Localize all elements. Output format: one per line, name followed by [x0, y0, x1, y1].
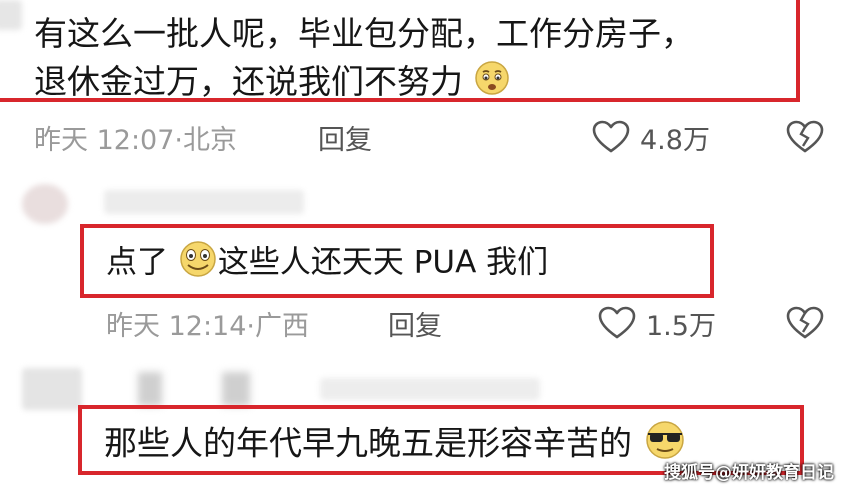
- comment-meta: 昨天 12:07·北京: [34, 118, 237, 157]
- comment-meta: 昨天 12:14·广西: [106, 304, 309, 343]
- broken-heart-icon[interactable]: [786, 120, 824, 154]
- meta-separator: ·: [174, 125, 183, 156]
- comment-text-line1: 有这么一批人呢，毕业包分配，工作分房子，: [34, 14, 694, 53]
- heart-icon[interactable]: [598, 306, 636, 340]
- reply-button[interactable]: 回复: [388, 304, 442, 343]
- like-count: 4.8万: [640, 125, 710, 156]
- comment-text: 那些人的年代早九晚五是形容辛苦的: [104, 420, 687, 470]
- comment-location: 北京: [183, 125, 237, 156]
- like-count: 1.5万: [646, 311, 716, 342]
- comment-text-content: 那些人的年代早九晚五是形容辛苦的: [104, 423, 632, 463]
- username-blurred: [138, 372, 162, 406]
- comment-text: 点了 这些人还天天 PUA 我们: [106, 240, 548, 288]
- broken-heart-icon[interactable]: [786, 306, 824, 340]
- meta-separator: ·: [246, 311, 255, 342]
- comment-time: 昨天 12:07: [34, 125, 175, 156]
- username-blurred: [222, 372, 250, 406]
- avatar[interactable]: [22, 184, 68, 224]
- comment-location: 广西: [255, 311, 309, 342]
- comment-text-line2: 退休金过万，还说我们不努力: [34, 60, 510, 107]
- watermark: 搜狐号@妍妍教育日记: [664, 463, 834, 483]
- comment-text-line2-text: 退休金过万，还说我们不努力: [34, 62, 463, 101]
- username-blurred: [104, 190, 304, 214]
- reply-button[interactable]: 回复: [318, 118, 372, 157]
- worried-face-emoji-icon: [474, 60, 510, 107]
- comment-text-part-a: 点了: [106, 244, 168, 281]
- comment-time: 昨天 12:14: [106, 311, 247, 342]
- avatar[interactable]: [22, 368, 82, 410]
- comment-text-part-b: 这些人还天天 PUA 我们: [217, 244, 549, 281]
- heart-icon[interactable]: [592, 120, 630, 154]
- username-blurred: [320, 378, 540, 400]
- grinning-face-emoji-icon: [178, 240, 218, 288]
